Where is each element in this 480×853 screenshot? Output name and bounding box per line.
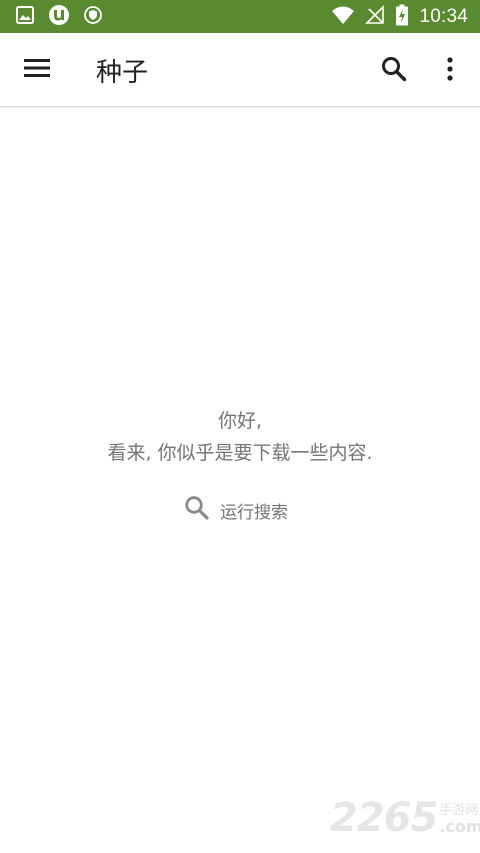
run-search-button[interactable]: 运行搜索	[184, 494, 288, 526]
status-bar-system: 10:34	[331, 4, 480, 30]
watermark-suffix: .com	[439, 817, 480, 836]
menu-button[interactable]	[16, 53, 58, 87]
search-button[interactable]	[372, 51, 416, 91]
page-title: 种子	[96, 58, 149, 88]
search-icon	[381, 56, 407, 86]
wifi-icon	[331, 5, 355, 29]
status-bar: 10:34	[0, 0, 480, 33]
utorrent-icon	[48, 4, 70, 30]
run-search-label: 运行搜索	[220, 502, 288, 523]
app-bar: 种子	[0, 33, 480, 107]
more-options-button[interactable]	[432, 51, 468, 91]
gallery-icon	[16, 5, 34, 28]
status-bar-notifications	[0, 4, 102, 30]
watermark-site-name: 手游网	[439, 803, 479, 818]
more-vert-icon	[446, 57, 454, 85]
empty-state-message: 看来, 你似乎是要下载一些内容.	[107, 442, 373, 464]
no-signal-icon	[365, 4, 385, 29]
watermark-side: 手游网 .com	[439, 803, 480, 835]
empty-state: 你好, 看来, 你似乎是要下载一些内容.	[0, 405, 480, 469]
shield-icon	[84, 5, 102, 28]
empty-state-greeting: 你好,	[217, 410, 263, 432]
watermark-digits: 2265	[330, 795, 438, 841]
watermark: 2265 手游网 .com	[330, 795, 480, 841]
status-time: 10:34	[419, 5, 468, 27]
menu-icon	[24, 58, 50, 82]
search-icon	[184, 495, 210, 525]
battery-charging-icon	[395, 4, 409, 30]
